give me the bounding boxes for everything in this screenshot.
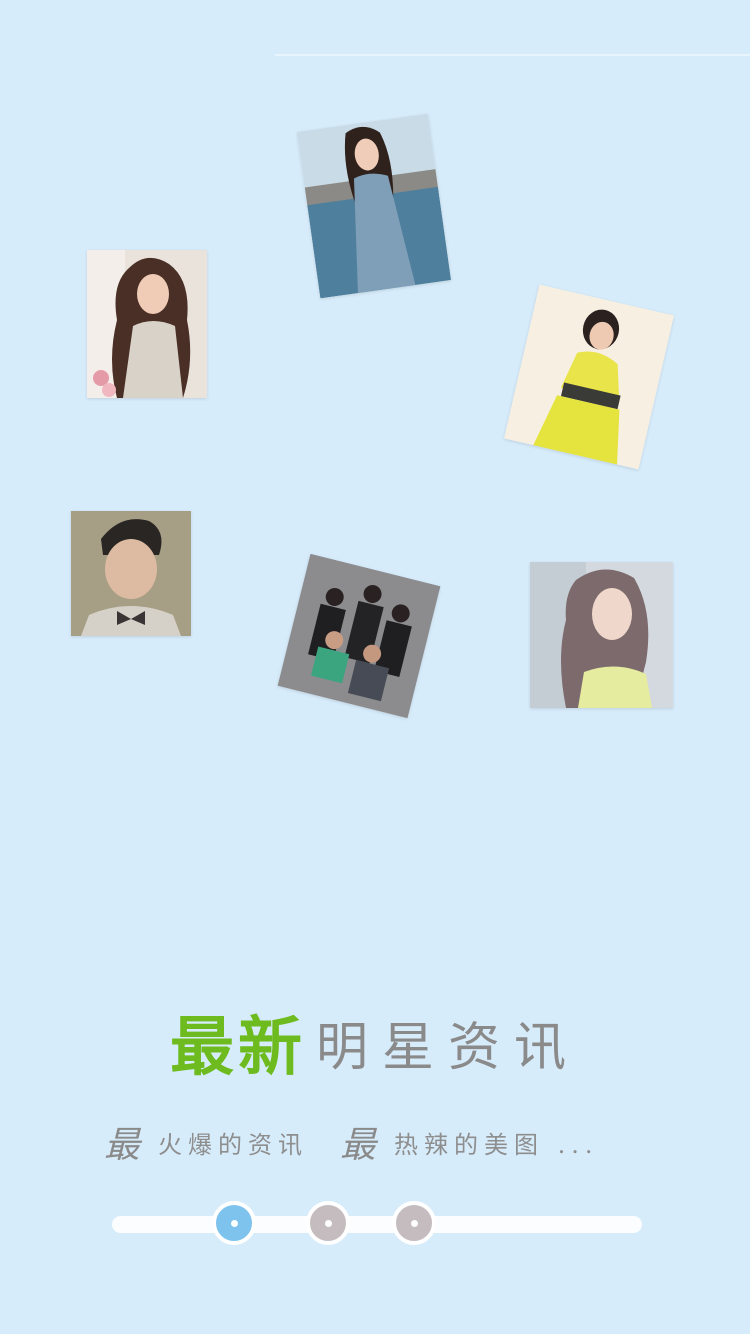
tagline-text-2: 热辣的美图 ... bbox=[394, 1130, 599, 1159]
star-photo-6[interactable] bbox=[530, 562, 673, 708]
tagline-prefix-1: 最 bbox=[104, 1125, 141, 1166]
tagline: 最火爆的资讯最热辣的美图 ... bbox=[104, 1116, 599, 1168]
slogan-highlight: 最新 bbox=[169, 1011, 306, 1085]
star-photo-2[interactable] bbox=[296, 113, 452, 299]
top-divider bbox=[275, 54, 750, 56]
tagline-text-1: 火爆的资讯 bbox=[158, 1130, 309, 1159]
slogan-text: 明星资讯 bbox=[315, 1017, 580, 1078]
page-dot-1[interactable] bbox=[212, 1201, 256, 1245]
app-slogan: 最新 明星资讯 bbox=[0, 996, 750, 1088]
star-photo-3[interactable] bbox=[503, 284, 675, 470]
star-photo-4[interactable] bbox=[71, 511, 191, 636]
page-dot-2[interactable] bbox=[306, 1201, 350, 1245]
star-photo-5[interactable] bbox=[277, 553, 441, 719]
star-photo-1[interactable] bbox=[87, 250, 207, 398]
page-indicator-track bbox=[112, 1216, 642, 1233]
page-dot-3[interactable] bbox=[392, 1201, 436, 1245]
tagline-prefix-2: 最 bbox=[340, 1125, 377, 1166]
